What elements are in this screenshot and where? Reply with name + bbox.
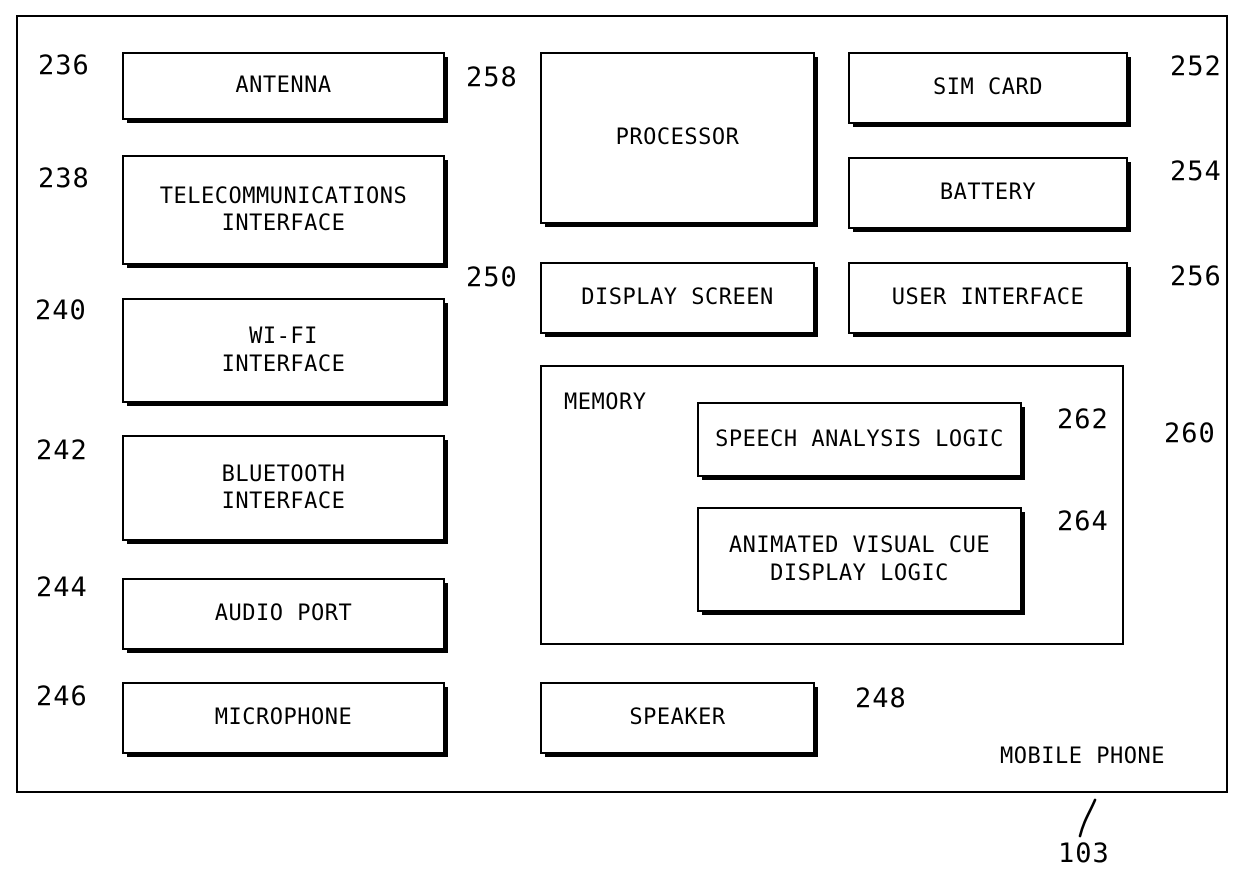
ref-244: 244 [36,572,88,603]
block-microphone[interactable]: MICROPHONE [122,682,445,754]
block-audio-port[interactable]: AUDIO PORT [122,578,445,650]
block-sim-card[interactable]: SIM CARD [848,52,1128,124]
block-microphone-label: MICROPHONE [214,705,353,731]
ref-238: 238 [38,163,90,194]
block-battery[interactable]: BATTERY [848,157,1128,229]
block-bluetooth-interface-label: BLUETOOTH INTERFACE [221,461,346,515]
block-antenna-label: ANTENNA [235,73,332,99]
ref-248: 248 [855,683,907,714]
block-telecommunications-interface-label: TELECOMMUNICATIONS INTERFACE [159,183,408,237]
block-user-interface[interactable]: USER INTERFACE [848,262,1128,334]
ref-258: 258 [466,62,518,93]
block-user-interface-label: USER INTERFACE [891,285,1085,311]
block-sim-card-label: SIM CARD [933,75,1043,101]
block-memory-label: MEMORY [564,390,647,415]
block-memory[interactable]: MEMORY SPEECH ANALYSIS LOGIC ANIMATED VI… [540,365,1124,645]
ref-240: 240 [35,295,87,326]
ref-256: 256 [1170,261,1222,292]
ref-260: 260 [1164,418,1216,449]
block-telecommunications-interface[interactable]: TELECOMMUNICATIONS INTERFACE [122,155,445,265]
ref-262: 262 [1057,404,1109,435]
block-speaker[interactable]: SPEAKER [540,682,815,754]
block-animated-visual-cue-display-logic-label: ANIMATED VISUAL CUE DISPLAY LOGIC [728,533,991,586]
block-speaker-label: SPEAKER [629,705,726,731]
ref-246: 246 [36,681,88,712]
leader-103 [1078,798,1097,838]
block-display-screen-label: DISPLAY SCREEN [581,285,774,311]
ref-103: 103 [1058,838,1110,869]
ref-264: 264 [1057,506,1109,537]
block-battery-label: BATTERY [939,180,1037,206]
ref-250: 250 [466,262,518,293]
ref-254: 254 [1170,156,1222,187]
block-wifi-interface[interactable]: WI-FI INTERFACE [122,298,445,403]
block-processor-label: PROCESSOR [615,125,740,151]
block-audio-port-label: AUDIO PORT [214,601,353,627]
block-bluetooth-interface[interactable]: BLUETOOTH INTERFACE [122,435,445,541]
block-speech-analysis-logic[interactable]: SPEECH ANALYSIS LOGIC [697,402,1022,477]
block-animated-visual-cue-display-logic[interactable]: ANIMATED VISUAL CUE DISPLAY LOGIC [697,507,1022,612]
block-speech-analysis-logic-label: SPEECH ANALYSIS LOGIC [715,426,1004,452]
enclosure-caption: MOBILE PHONE [1000,744,1165,769]
block-display-screen[interactable]: DISPLAY SCREEN [540,262,815,334]
ref-236: 236 [38,50,90,81]
block-processor[interactable]: PROCESSOR [540,52,815,224]
ref-242: 242 [36,435,88,466]
block-antenna[interactable]: ANTENNA [122,52,445,120]
ref-252: 252 [1170,51,1222,82]
block-wifi-interface-label: WI-FI INTERFACE [221,324,346,377]
patent-figure: ANTENNA 236 TELECOMMUNICATIONS INTERFACE… [0,0,1240,883]
